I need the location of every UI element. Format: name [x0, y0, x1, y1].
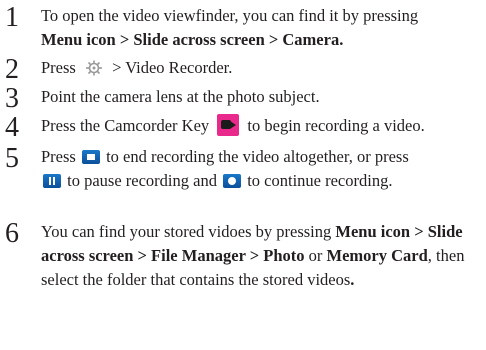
- step-number: 3: [5, 83, 19, 114]
- step-text-post: > Video Recorder.: [112, 58, 233, 77]
- step-text-pre: Press: [41, 147, 76, 166]
- step-text-or: or: [308, 246, 323, 265]
- step-number: 1: [5, 2, 19, 33]
- record-button-icon: [223, 174, 242, 188]
- step-number: 5: [5, 143, 19, 174]
- step-text-mid1: to end recording the video altogether, o…: [106, 147, 409, 166]
- step-number: 6: [5, 218, 19, 249]
- step-path-2: Memory Card: [326, 246, 428, 265]
- step-number: 2: [5, 54, 19, 85]
- step-text-pre: Press the Camcorder Key: [41, 116, 210, 135]
- step-text-pre: You can find your stored vidoes by press…: [41, 222, 332, 241]
- step-path: Menu icon > Slide across screen > Camera…: [41, 30, 344, 49]
- step-text: Point the camera lens at the photo subje…: [41, 87, 320, 106]
- step-text-post: to begin recording a video.: [247, 116, 425, 135]
- settings-gear-icon: [85, 60, 102, 76]
- step-text-post: to continue recording.: [247, 171, 393, 190]
- step-text-mid2: to pause recording and: [67, 171, 217, 190]
- camcorder-key-icon: [217, 114, 240, 136]
- step-text: To open the video viewfinder, you can fi…: [41, 6, 419, 25]
- stop-button-icon: [81, 150, 100, 164]
- pause-button-icon: [43, 174, 61, 188]
- step-end: .: [350, 270, 355, 289]
- step-text-pre: Press: [41, 58, 76, 77]
- step-number: 4: [5, 112, 19, 143]
